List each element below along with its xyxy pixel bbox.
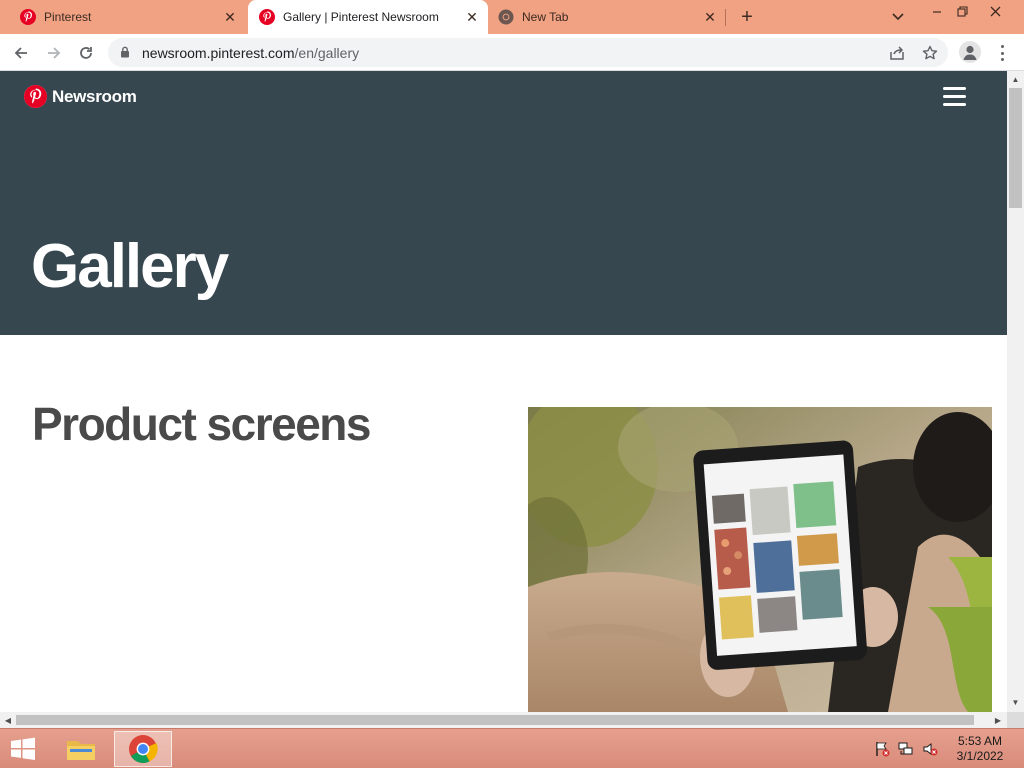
file-explorer-icon[interactable] <box>52 731 110 767</box>
horizontal-scroll-thumb[interactable] <box>16 715 974 725</box>
scroll-left-arrow-icon[interactable]: ◀ <box>3 715 13 725</box>
page-title: Gallery <box>31 232 229 301</box>
tab-title: New Tab <box>522 10 569 24</box>
hamburger-menu-icon[interactable] <box>943 87 966 106</box>
vertical-scrollbar[interactable]: ▲ ▼ <box>1007 71 1024 712</box>
browser-toolbar: newsroom.pinterest.com/en/gallery <box>0 34 1024 71</box>
lock-icon <box>121 46 129 58</box>
close-tab-icon[interactable]: ✕ <box>222 9 238 25</box>
pinterest-icon <box>259 9 275 25</box>
bookmark-star-icon[interactable] <box>921 44 939 62</box>
pinterest-logo-icon <box>24 85 47 108</box>
url-path: /en/gallery <box>294 45 360 61</box>
scroll-up-arrow-icon[interactable]: ▲ <box>1011 75 1020 84</box>
scroll-right-arrow-icon[interactable]: ▶ <box>993 715 1003 725</box>
windows-taskbar: 5:53 AM 3/1/2022 <box>0 728 1024 768</box>
reload-button[interactable] <box>75 42 97 64</box>
scrollbar-corner <box>1007 712 1024 728</box>
page-viewport: Newsroom Gallery Product screens <box>0 71 1007 712</box>
tablet-photo-image <box>528 407 992 712</box>
reload-icon <box>80 47 92 59</box>
tab-title: Gallery | Pinterest Newsroom <box>283 10 439 24</box>
action-center-flag-icon[interactable] <box>874 741 890 757</box>
forward-button[interactable] <box>43 42 65 64</box>
url-text: newsroom.pinterest.com/en/gallery <box>142 45 359 61</box>
logo-text: Newsroom <box>52 86 137 106</box>
volume-muted-icon[interactable] <box>922 741 938 757</box>
close-tab-icon[interactable]: ✕ <box>464 9 480 25</box>
system-clock[interactable]: 5:53 AM 3/1/2022 <box>950 734 1010 764</box>
network-icon[interactable] <box>898 741 914 757</box>
pinterest-icon <box>20 9 36 25</box>
tab-separator <box>725 9 726 26</box>
chrome-taskbar-icon[interactable] <box>114 731 172 767</box>
address-bar[interactable]: newsroom.pinterest.com/en/gallery <box>108 38 948 67</box>
forward-arrow-icon <box>48 47 61 59</box>
scroll-down-arrow-icon[interactable]: ▼ <box>1011 698 1020 707</box>
tab-gallery[interactable]: Gallery | Pinterest Newsroom ✕ <box>248 0 488 34</box>
new-tab-button[interactable]: + <box>736 6 758 28</box>
horizontal-scrollbar[interactable]: ◀ ▶ <box>0 712 1007 728</box>
section-heading: Product screens <box>32 398 371 450</box>
tab-pinterest[interactable]: Pinterest ✕ <box>0 0 246 34</box>
newsroom-logo[interactable]: Newsroom <box>24 85 137 108</box>
vertical-scroll-thumb[interactable] <box>1009 88 1022 208</box>
close-window-button[interactable] <box>980 0 1010 22</box>
tab-title: Pinterest <box>44 10 92 24</box>
chrome-icon <box>498 9 514 25</box>
restore-button[interactable] <box>947 0 977 22</box>
back-button[interactable] <box>10 42 32 64</box>
product-screens-photo[interactable] <box>528 407 992 712</box>
back-arrow-icon <box>14 47 27 59</box>
clock-time: 5:53 AM <box>957 734 1003 748</box>
tab-strip: Pinterest ✕ Gallery | Pinterest Newsroom… <box>0 0 1024 34</box>
browser-menu-icon[interactable] <box>995 43 1009 63</box>
windows-start-icon[interactable] <box>8 736 38 762</box>
profile-avatar-icon[interactable] <box>959 41 981 63</box>
tab-search-chevron-icon[interactable] <box>889 8 907 26</box>
tab-new-tab[interactable]: New Tab ✕ <box>488 0 726 34</box>
close-tab-icon[interactable]: ✕ <box>702 9 718 25</box>
hero-banner: Newsroom Gallery <box>0 71 1007 335</box>
share-icon[interactable] <box>888 44 906 62</box>
url-host: newsroom.pinterest.com <box>142 45 295 61</box>
clock-date: 3/1/2022 <box>956 749 1004 763</box>
